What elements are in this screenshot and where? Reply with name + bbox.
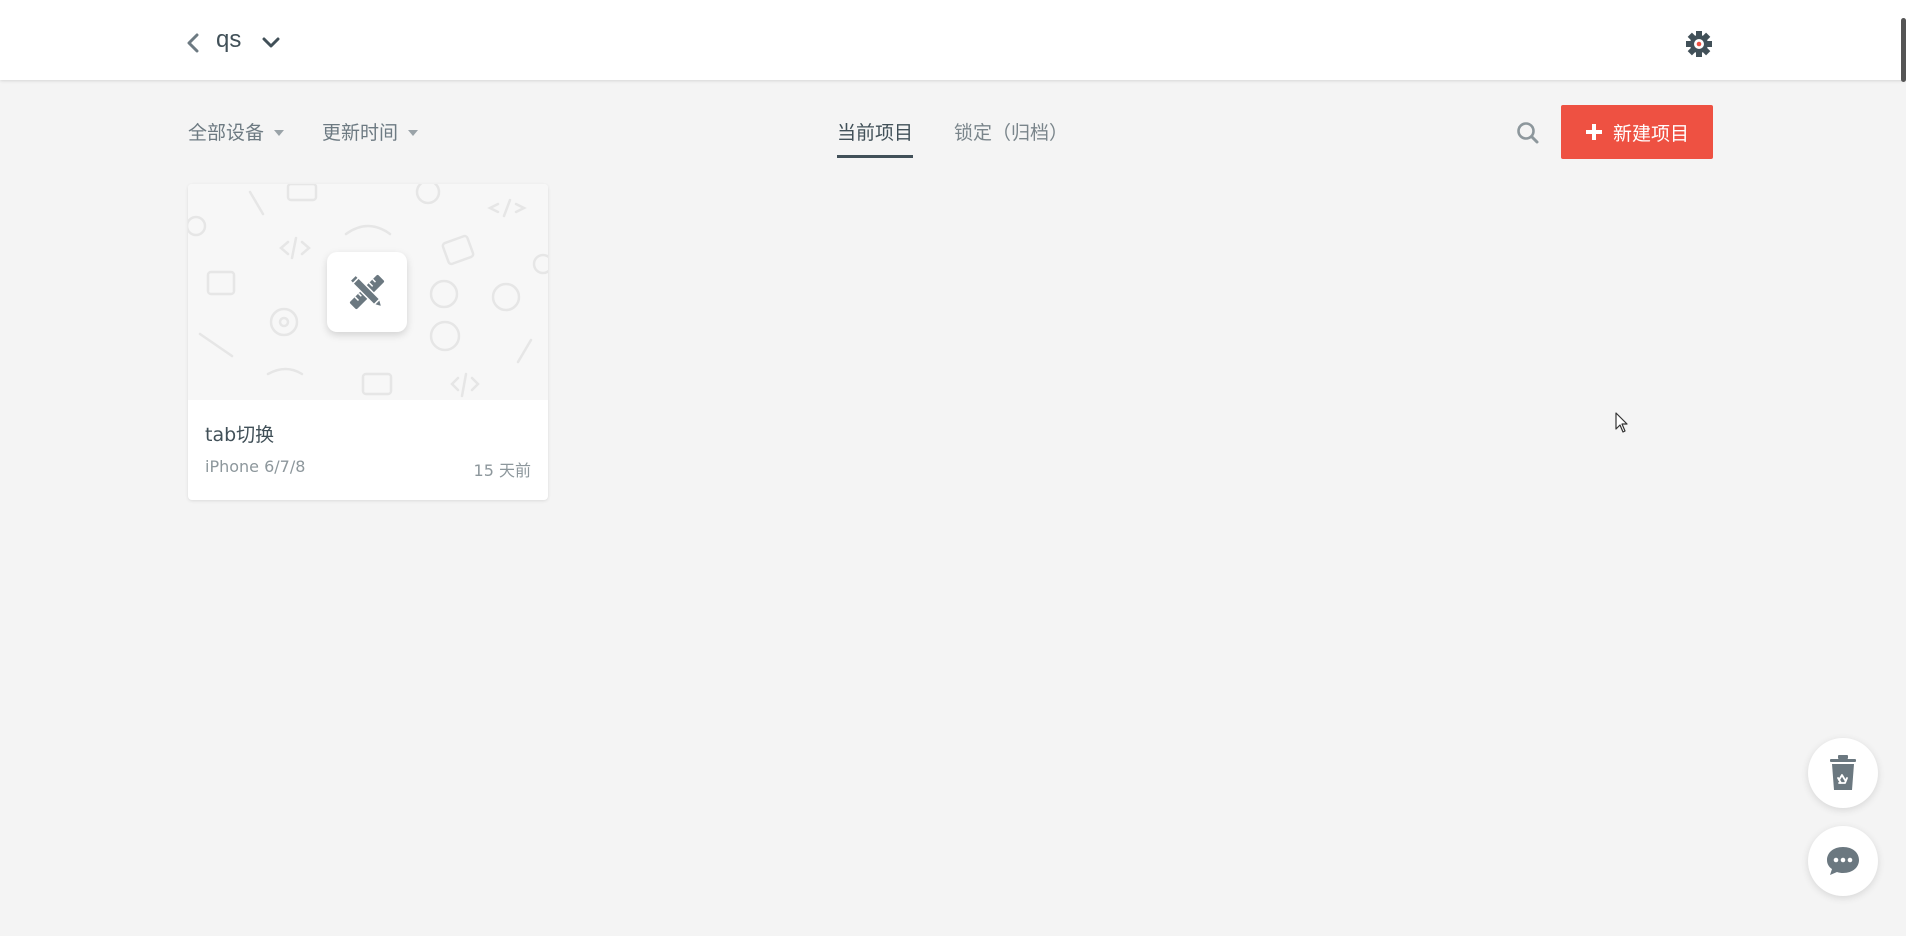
chat-button[interactable] xyxy=(1808,826,1878,896)
project-thumbnail xyxy=(188,184,548,400)
settings-button[interactable] xyxy=(1684,29,1714,59)
chat-bubble-icon xyxy=(1827,847,1859,875)
plus-icon xyxy=(1585,124,1602,140)
mouse-cursor-icon xyxy=(1615,412,1628,433)
gear-icon xyxy=(1686,31,1712,57)
search-button[interactable] xyxy=(1515,120,1541,146)
back-button[interactable] xyxy=(182,30,204,56)
top-bar: qs xyxy=(0,0,1906,82)
chevron-down-icon xyxy=(262,37,280,48)
tab-locked-archived[interactable]: 锁定（归档） xyxy=(954,118,1068,155)
sort-dropdown[interactable]: 更新时间 xyxy=(322,118,419,145)
project-card[interactable]: tab切换 iPhone 6/7/8 15 天前 xyxy=(188,184,548,500)
recycle-bin-icon xyxy=(1830,755,1856,790)
tab-current-projects[interactable]: 当前项目 xyxy=(837,118,914,158)
chevron-left-icon xyxy=(187,33,199,53)
project-icon-tile xyxy=(327,252,407,332)
device-filter-dropdown[interactable]: 全部设备 xyxy=(188,118,285,145)
team-dropdown-button[interactable] xyxy=(260,32,282,54)
device-filter-label: 全部设备 xyxy=(188,122,265,144)
project-device: iPhone 6/7/8 xyxy=(205,457,306,476)
scrollbar-thumb[interactable] xyxy=(1901,18,1906,82)
project-title: tab切换 xyxy=(205,424,275,446)
team-name[interactable]: qs xyxy=(216,26,241,54)
caret-down-icon xyxy=(274,129,285,136)
project-updated-time: 15 天前 xyxy=(473,461,531,480)
recycle-bin-button[interactable] xyxy=(1808,738,1878,808)
new-project-label: 新建项目 xyxy=(1612,122,1689,145)
sort-label: 更新时间 xyxy=(322,122,399,144)
search-icon xyxy=(1517,122,1539,144)
new-project-button[interactable]: 新建项目 xyxy=(1561,105,1713,159)
caret-down-icon xyxy=(408,129,419,136)
pencil-ruler-icon xyxy=(348,273,385,310)
